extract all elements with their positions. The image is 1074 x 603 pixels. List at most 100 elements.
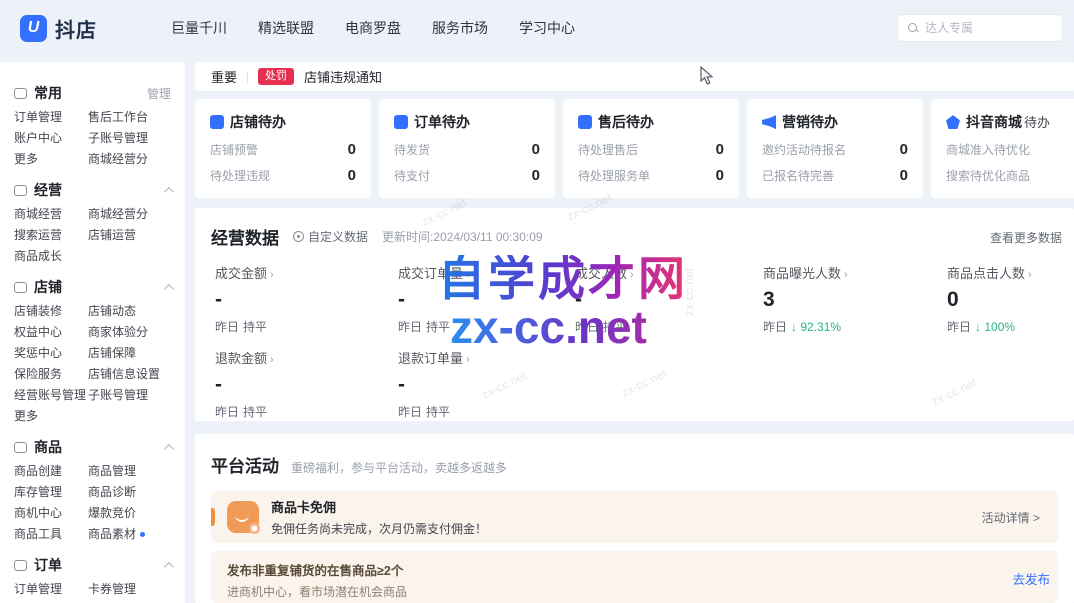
todo-row: 已报名待完善 0 [762,167,908,184]
metric-label-link[interactable]: 退款金额› [215,348,375,367]
search-box[interactable] [897,14,1063,42]
metric-order-count: 成交订单量› - 昨日持平 [398,263,558,335]
metric-label-link[interactable]: 退款订单量› [398,348,558,367]
business-header: 经营数据 自定义数据 更新时间:2024/03/11 00:30:09 [211,224,543,249]
todo-card-order: 订单待办 待发货 0 待支付 0 [379,99,555,198]
sidebar-item-mall-operation[interactable]: 商城经营 [14,205,88,222]
sidebar-row: 更多 [14,405,171,426]
metric-label-link[interactable]: 成交订单量› [398,263,558,282]
manage-link[interactable]: 管理 [147,85,171,102]
notice-link[interactable]: 店铺违规通知 [304,67,382,86]
sidebar-item-stock-manage[interactable]: 库存管理 [14,483,88,500]
search-input[interactable] [925,21,1052,35]
sidebar-item-order-manage2[interactable]: 订单管理 [14,580,88,597]
sidebar-item-mall-score[interactable]: 商城经营分 [88,150,148,167]
collapse-chevron-icon[interactable] [164,443,174,453]
nav-item-qianchuan[interactable]: 巨量千川 [171,18,227,38]
sidebar-item-search-op[interactable]: 搜索运营 [14,226,88,243]
todo-value[interactable]: 0 [348,141,356,158]
sidebar-item-biz-chance[interactable]: 商机中心 [14,504,88,521]
todo-row: 商城准入待优化 [946,141,1074,158]
metric-refund-amount: 退款金额› - 昨日持平 [215,348,375,420]
sidebar-item-more[interactable]: 更多 [14,150,88,167]
sidebar-row: 评价管理 订单工具 [14,599,171,603]
update-time: 更新时间:2024/03/11 00:30:09 [382,228,543,245]
metric-value: - [215,373,375,397]
metric-day: 昨日 [575,320,599,334]
metric-buyers: 成交人数› - 昨日持平 [575,263,735,335]
sidebar-item-subaccount2[interactable]: 子账号管理 [88,386,148,403]
platform-activity-panel: 平台活动 重磅福利，参与平台活动，卖越多返越多 商品卡免佣 免佣任务尚未完成，次… [195,434,1074,603]
notice-level: 重要 [211,67,237,86]
metric-label: 成交金额 [215,266,267,281]
sidebar-row: 保险服务 店铺信息设置 [14,363,171,384]
sidebar-item-shop-news[interactable]: 店铺动态 [88,302,136,319]
todo-label: 搜索待优化商品 [946,167,1030,184]
metric-value: - [398,373,558,397]
nav-item-luopan[interactable]: 电商罗盘 [345,18,401,38]
todo-row: 待处理售后 0 [578,141,724,158]
sidebar-item-biz-account[interactable]: 经营账号管理 [14,386,88,403]
sidebar-item-hot-bid[interactable]: 爆款竞价 [88,504,136,521]
task-desc: 进商机中心，看市场潜在机会商品 [227,583,1042,600]
sidebar-item-account-center[interactable]: 账户中心 [14,129,88,146]
todo-value[interactable]: 0 [532,141,540,158]
sidebar-item-rights-center[interactable]: 权益中心 [14,323,88,340]
collapse-chevron-icon[interactable] [164,283,174,293]
metric-label-link[interactable]: 成交金额› [215,263,375,282]
nav-item-fuwu[interactable]: 服务市场 [432,18,488,38]
view-more-link[interactable]: 查看更多数据 [990,229,1062,246]
todo-value[interactable]: 0 [900,141,908,158]
activity-detail-link[interactable]: 活动详情 > [982,509,1040,526]
sidebar-item-shop-info[interactable]: 店铺信息设置 [88,365,160,382]
todo-card-marketing: 营销待办 邀约活动待报名 0 已报名待完善 0 [747,99,923,198]
chevron-right-icon: › [1028,269,1032,281]
sidebar-item-goods-material[interactable]: 商品素材 [88,525,145,542]
todo-value[interactable]: 0 [532,167,540,184]
todo-value[interactable]: 0 [716,141,724,158]
sidebar-item-coupon-manage[interactable]: 卡券管理 [88,580,136,597]
nav-item-jingxuan[interactable]: 精选联盟 [258,18,314,38]
sidebar-item-aftersale-workbench[interactable]: 售后工作台 [88,108,148,125]
sidebar-item-goods-manage[interactable]: 商品管理 [88,462,136,479]
metric-label-link[interactable]: 商品曝光人数› [763,263,923,282]
metric-day: 昨日 [398,405,422,419]
sidebar-item-order-manage[interactable]: 订单管理 [14,108,88,125]
sidebar-item-reward-center[interactable]: 奖惩中心 [14,344,88,361]
go-publish-link[interactable]: 去发布 [1012,569,1050,588]
sidebar-item-product-growth[interactable]: 商品成长 [14,247,88,264]
todo-value[interactable]: 0 [900,167,908,184]
activity-card-commission-free[interactable]: 商品卡免佣 免佣任务尚未完成，次月仍需支付佣金！ 活动详情 > [211,491,1058,543]
sidebar-item-merchant-score[interactable]: 商家体验分 [88,323,148,340]
sidebar-row: 账户中心 子账号管理 [14,127,171,148]
metric-refund-count: 退款订单量› - 昨日持平 [398,348,558,420]
sidebar-item-shop-op[interactable]: 店铺运营 [88,226,136,243]
metric-label-link[interactable]: 商品点击人数› [947,263,1074,282]
metric-label-link[interactable]: 成交人数› [575,263,735,282]
sidebar-item-insurance[interactable]: 保险服务 [14,365,88,382]
sidebar-item-mall-op-score[interactable]: 商城经营分 [88,205,148,222]
order-icon [14,560,27,571]
shopping-bag-icon [227,501,259,533]
metric-change: 持平 [243,320,267,334]
sidebar-item-goods-create[interactable]: 商品创建 [14,462,88,479]
custom-data-button[interactable]: 自定义数据 [293,228,368,245]
sidebar-item-goods-diagnose[interactable]: 商品诊断 [88,483,136,500]
collapse-chevron-icon[interactable] [164,186,174,196]
metric-day: 昨日 [215,405,239,419]
todo-value[interactable]: 0 [716,167,724,184]
nav-item-xuexi[interactable]: 学习中心 [519,18,575,38]
logo[interactable]: U 抖店 [20,14,97,43]
sidebar-item-goods-tools[interactable]: 商品工具 [14,525,88,542]
todo-value[interactable]: 0 [348,167,356,184]
collapse-chevron-icon[interactable] [164,561,174,571]
todo-label: 待发货 [394,141,430,158]
sidebar-item-subaccount[interactable]: 子账号管理 [88,129,148,146]
todo-row: 待处理服务单 0 [578,167,724,184]
todo-card-title: 抖音商城待办 [966,112,1050,132]
sidebar-item-shop-decor[interactable]: 店铺装修 [14,302,88,319]
metric-value: 0 [947,288,1074,312]
sidebar-item-more2[interactable]: 更多 [14,407,88,424]
sidebar-item-shop-guarantee[interactable]: 店铺保障 [88,344,136,361]
chart-icon [14,185,27,196]
